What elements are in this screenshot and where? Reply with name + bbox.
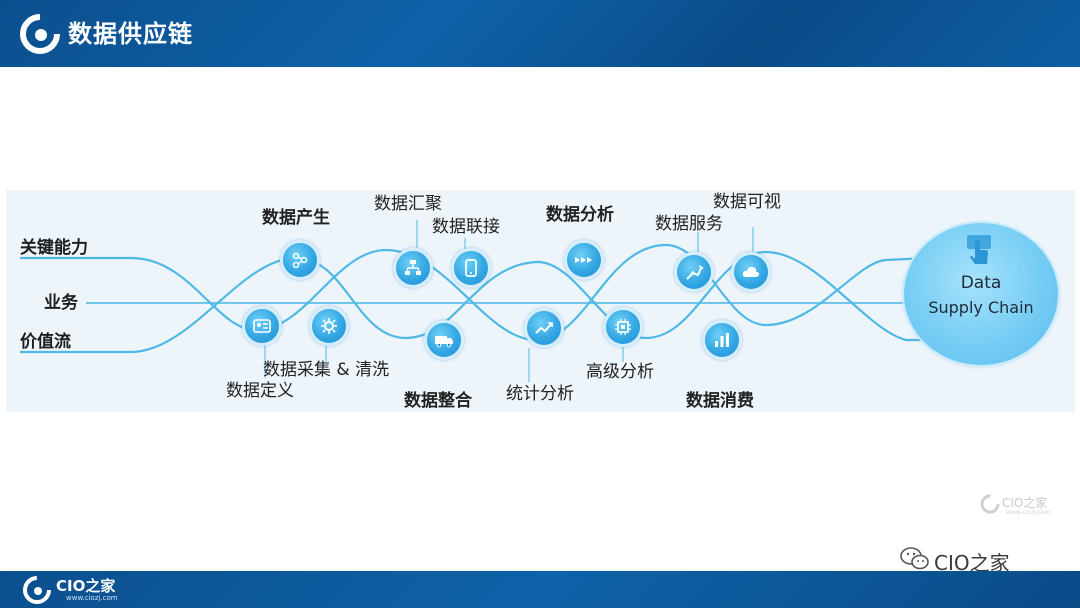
stage-node-define — [242, 306, 282, 346]
chip-icon — [615, 319, 631, 335]
row-label-business: 业务 — [44, 293, 78, 313]
stage-label-advanced: 高级分析 — [586, 362, 654, 382]
bar-chart-icon — [715, 333, 729, 347]
stage-node-visualize — [731, 252, 771, 292]
row-label-value-stream: 价值流 — [20, 332, 71, 352]
stage-node-analyze — [564, 240, 604, 280]
watermark: CIO之家 www.ciozj.com — [980, 494, 1070, 518]
id-card-icon — [253, 319, 271, 333]
arrows-icon — [575, 257, 592, 263]
stage-label-connect: 数据联接 — [432, 217, 500, 237]
network-icon — [292, 252, 308, 269]
phone-icon — [465, 259, 477, 277]
gear-icon — [321, 318, 337, 334]
data-supply-chain-hub: Data Supply Chain — [904, 223, 1058, 365]
cloud-icon — [742, 266, 760, 277]
wechat-icon — [900, 547, 929, 570]
header-bar: 数据供应链 — [0, 0, 1080, 67]
trend-icon — [535, 322, 553, 334]
stage-node-consume — [702, 320, 742, 360]
stage-node-connect — [451, 248, 491, 288]
footer-logo-icon — [23, 576, 51, 604]
stage-label-statistics: 统计分析 — [506, 384, 574, 404]
stage-node-service — [674, 252, 714, 292]
stage-label-aggregate: 数据汇聚 — [374, 194, 442, 214]
hub-title-line1: Data — [960, 273, 1002, 293]
hand-pointer-icon — [967, 235, 991, 264]
watermark-site: www.ciozj.com — [1006, 509, 1051, 516]
stage-node-aggregate — [393, 248, 433, 288]
hub-title-line2: Supply Chain — [928, 298, 1034, 317]
stage-label-analyze: 数据分析 — [546, 205, 614, 225]
stage-label-collect-clean: 数据采集 & 清洗 — [263, 360, 390, 380]
stage-node-collect-clean — [309, 306, 349, 346]
stage-label-service: 数据服务 — [655, 214, 723, 234]
watermark-logo-icon — [980, 494, 1000, 514]
stage-label-generate: 数据产生 — [262, 208, 330, 228]
stage-node-statistics — [524, 308, 564, 348]
stage-node-generate — [280, 240, 320, 280]
stage-node-advanced — [603, 307, 643, 347]
page-title: 数据供应链 — [68, 20, 193, 48]
stage-label-consume: 数据消费 — [686, 391, 754, 411]
wechat-tag: CIO之家 — [900, 546, 1010, 575]
footer-brand: CIO之家 — [56, 577, 116, 595]
stage-label-visualize: 数据可视 — [713, 192, 781, 212]
robot-arm-icon — [686, 265, 704, 280]
hierarchy-icon — [405, 260, 421, 275]
brand-logo-icon — [20, 14, 60, 54]
stage-node-integrate — [424, 320, 464, 360]
stage-label-define: 数据定义 — [226, 381, 294, 401]
truck-icon — [435, 336, 453, 348]
stage-label-integrate: 数据整合 — [404, 391, 472, 411]
footer-bar: CIO之家 www.ciozj.com — [0, 571, 1080, 608]
row-label-capability: 关键能力 — [20, 238, 88, 258]
footer-site: www.ciozj.com — [66, 594, 118, 602]
